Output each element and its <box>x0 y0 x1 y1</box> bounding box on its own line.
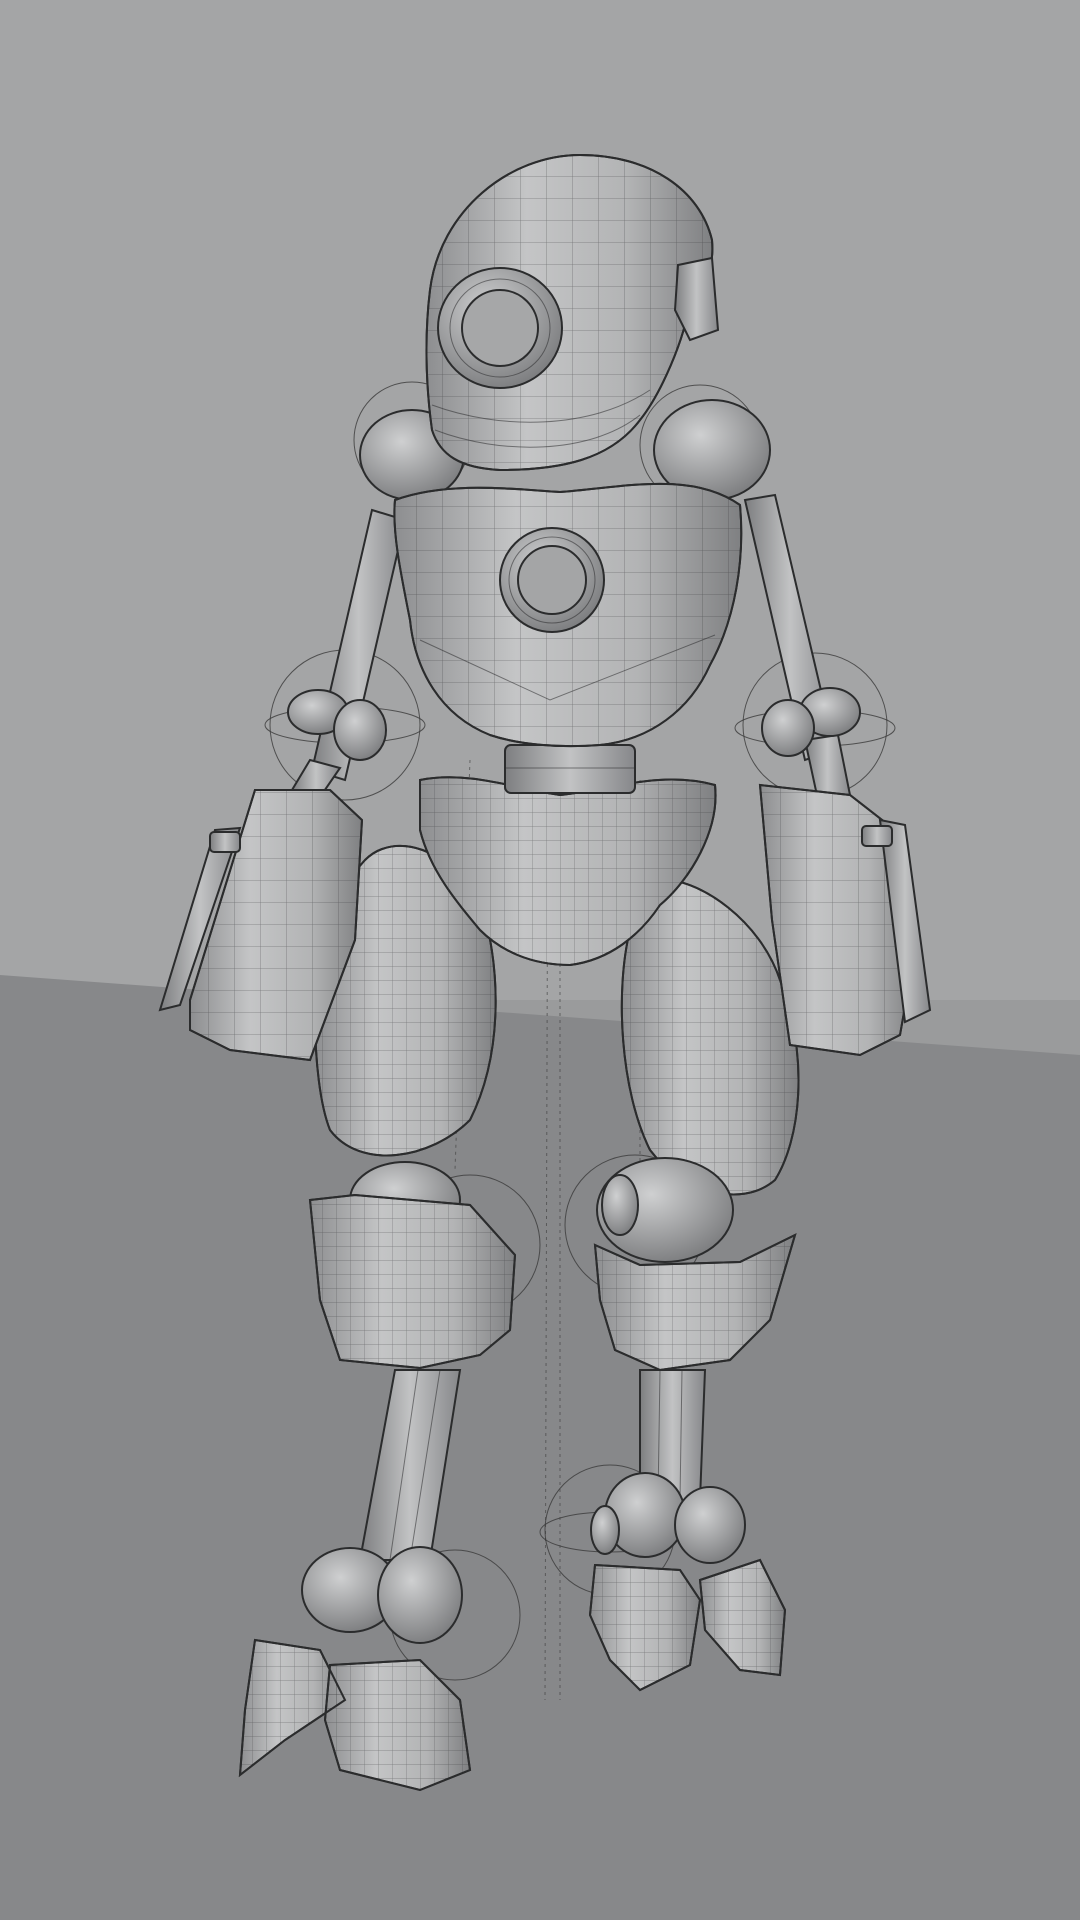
left-ankle-joint-b <box>377 1546 463 1644</box>
floor-plane <box>0 975 1080 1920</box>
right-knee-hinge <box>601 1174 639 1236</box>
right-elbow-joint-b <box>761 699 815 757</box>
right-ankle-hinge <box>590 1505 620 1555</box>
neck <box>504 744 636 794</box>
chest-port <box>499 527 605 633</box>
viewport-scene[interactable] <box>0 0 1080 1920</box>
left-elbow-joint-b <box>333 699 387 761</box>
right-forearm-block[interactable] <box>758 783 932 1057</box>
left-knee-guard[interactable] <box>308 1193 517 1370</box>
eye-socket <box>437 267 563 389</box>
right-ankle-joint-b <box>674 1486 746 1564</box>
3d-viewport[interactable] <box>0 0 1080 1920</box>
